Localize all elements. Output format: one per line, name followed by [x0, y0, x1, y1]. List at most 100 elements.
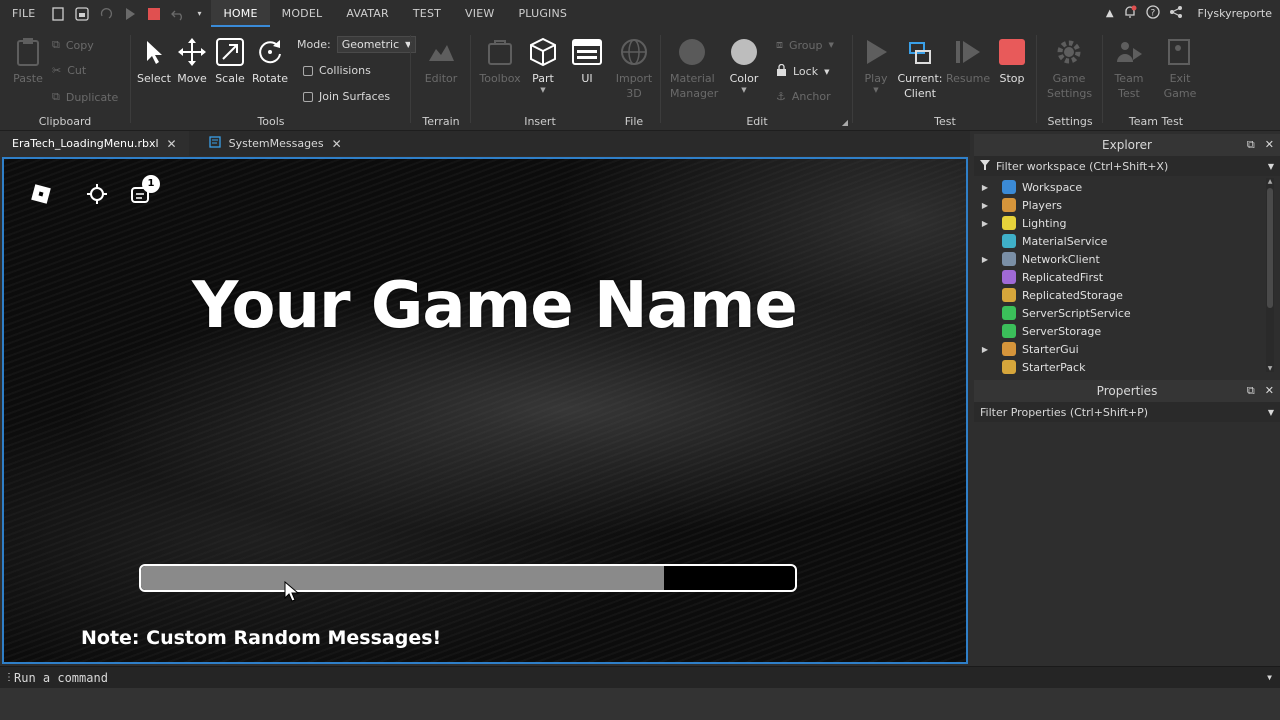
tab-home[interactable]: HOME	[211, 0, 270, 27]
chevron-down-icon[interactable]: ▼	[521, 86, 565, 94]
anchor-button[interactable]: ⚓ Anchor	[776, 90, 831, 103]
terrain-label: Terrain	[422, 115, 460, 128]
lock-button[interactable]: Lock ▼	[776, 63, 829, 79]
collisions-toggle[interactable]: Collisions	[303, 64, 371, 77]
share-icon[interactable]	[1169, 5, 1183, 22]
group-icon: ⧈	[776, 38, 783, 51]
expand-arrow-icon[interactable]: ▶	[976, 201, 994, 210]
file-menu[interactable]: FILE	[0, 0, 47, 27]
exit-game-button[interactable]: Exit Game	[1158, 37, 1202, 101]
service-icon	[1002, 252, 1016, 266]
import-3d-button[interactable]: Import 3D	[612, 37, 656, 101]
ui-button[interactable]: UI	[565, 37, 609, 86]
tab-model[interactable]: MODEL	[270, 0, 335, 27]
duplicate-button[interactable]: ⧉ Duplicate	[52, 90, 118, 104]
chevron-down-icon[interactable]: ▼	[722, 86, 766, 94]
scroll-down-icon[interactable]: ▼	[1266, 365, 1274, 372]
filter-icon	[980, 159, 990, 173]
explorer-item[interactable]: MaterialService	[976, 232, 1266, 250]
globe-icon	[619, 37, 649, 67]
select-tool-icon[interactable]	[86, 183, 108, 205]
game-viewport[interactable]: 1 Your Game Name Note: Custom Random Mes…	[2, 157, 968, 664]
expand-corner-icon[interactable]: ◢	[842, 118, 848, 127]
expand-arrow-icon[interactable]: ▶	[976, 219, 994, 228]
explorer-item[interactable]: ▶ StarterGui	[976, 340, 1266, 358]
explorer-item[interactable]: ▶ Lighting	[976, 214, 1266, 232]
game-settings-button[interactable]: Game Settings	[1047, 37, 1092, 101]
play-button[interactable]: Play ▼	[854, 37, 898, 94]
expand-arrow-icon[interactable]: ▶	[976, 255, 994, 264]
close-icon[interactable]: ✕	[1265, 380, 1274, 402]
close-icon[interactable]: ✕	[167, 137, 177, 151]
service-icon	[1002, 180, 1016, 194]
drag-handle-icon[interactable]: ⋮	[4, 672, 14, 683]
rotate-button[interactable]: Rotate	[248, 37, 292, 86]
scale-button[interactable]: Scale	[208, 37, 252, 86]
undock-icon[interactable]: ⧉	[1247, 134, 1255, 156]
expand-arrow-icon[interactable]: ▶	[976, 345, 994, 354]
tab-test[interactable]: TEST	[401, 0, 453, 27]
stop-button[interactable]: Stop	[990, 37, 1034, 86]
explorer-item[interactable]: ReplicatedFirst	[976, 268, 1266, 286]
current-client-button[interactable]: Current: Client	[896, 37, 944, 101]
save-icon[interactable]	[75, 6, 90, 21]
close-icon[interactable]: ✕	[1265, 134, 1274, 156]
explorer-scrollbar[interactable]: ▲ ▼	[1266, 178, 1274, 372]
chevron-down-icon[interactable]: ▼	[854, 86, 898, 94]
cut-button[interactable]: ✂ Cut	[52, 64, 86, 77]
resume-button[interactable]: Resume	[946, 37, 990, 86]
terrain-editor-button[interactable]: Editor	[419, 37, 463, 86]
explorer-item[interactable]: ▶ NetworkClient	[976, 250, 1266, 268]
roblox-logo-icon[interactable]	[30, 183, 52, 205]
properties-filter[interactable]: Filter Properties (Ctrl+Shift+P) ▼	[974, 402, 1280, 422]
username[interactable]: Flyskyreporte	[1198, 7, 1272, 20]
collapse-ribbon-icon[interactable]: ▲	[1106, 8, 1114, 19]
notifications-icon[interactable]	[1123, 5, 1137, 22]
command-input[interactable]: Run a command	[14, 671, 108, 685]
divider	[852, 35, 853, 123]
scrollbar-thumb[interactable]	[1267, 188, 1273, 308]
redo-icon[interactable]	[99, 7, 113, 21]
group-button[interactable]: ⧈ Group ▼	[776, 38, 834, 52]
explorer-item[interactable]: ServerStorage	[976, 322, 1266, 340]
help-icon[interactable]: ?	[1145, 5, 1160, 22]
explorer-item[interactable]: ▶ Players	[976, 196, 1266, 214]
divider	[1102, 35, 1103, 123]
collisions-checkbox[interactable]	[303, 65, 313, 76]
scroll-up-icon[interactable]: ▲	[1266, 178, 1274, 185]
chevron-down-icon[interactable]: ▾	[195, 7, 203, 21]
new-file-icon[interactable]	[51, 6, 65, 21]
team-test-button[interactable]: Team Test	[1107, 37, 1151, 101]
tab-plugins[interactable]: PLUGINS	[506, 0, 579, 27]
expand-arrow-icon[interactable]: ▶	[976, 183, 994, 192]
paste-button[interactable]: Paste	[6, 37, 50, 86]
toolbox-button[interactable]: Toolbox	[478, 37, 522, 86]
undock-icon[interactable]: ⧉	[1247, 380, 1255, 402]
chevron-down-icon[interactable]: ▼	[1268, 162, 1274, 171]
copy-button[interactable]: ⧉ Copy	[52, 38, 94, 52]
undo-icon[interactable]	[171, 7, 185, 21]
join-surfaces-checkbox[interactable]	[303, 91, 313, 102]
play-icon[interactable]	[123, 7, 137, 21]
color-button[interactable]: Color ▼	[722, 37, 766, 94]
mode-dropdown[interactable]: Geometric ▼	[336, 36, 417, 53]
explorer-item[interactable]: ServerScriptService	[976, 304, 1266, 322]
material-manager-button[interactable]: Material Manager	[670, 37, 718, 101]
tab-avatar[interactable]: AVATAR	[334, 0, 401, 27]
tab-view[interactable]: VIEW	[453, 0, 506, 27]
tab-loading-menu[interactable]: EraTech_LoadingMenu.rbxl ✕	[0, 131, 189, 156]
close-icon[interactable]: ✕	[332, 137, 342, 151]
chevron-down-icon[interactable]: ▼	[1267, 673, 1272, 682]
chevron-down-icon[interactable]: ▼	[1268, 408, 1274, 417]
explorer-item[interactable]: ReplicatedStorage	[976, 286, 1266, 304]
stop-icon[interactable]	[147, 7, 161, 21]
tab-system-messages[interactable]: SystemMessages ✕	[189, 131, 354, 156]
explorer-item[interactable]: StarterPack	[976, 358, 1266, 376]
command-bar[interactable]: ⋮ Run a command ▼	[0, 666, 1280, 688]
join-surfaces-toggle[interactable]: Join Surfaces	[303, 90, 390, 103]
service-icon	[1002, 270, 1016, 284]
edit-label: Edit	[746, 115, 768, 128]
explorer-item[interactable]: ▶ Workspace	[976, 178, 1266, 196]
part-button[interactable]: Part ▼	[521, 37, 565, 94]
explorer-filter[interactable]: Filter workspace (Ctrl+Shift+X) ▼	[974, 156, 1280, 176]
